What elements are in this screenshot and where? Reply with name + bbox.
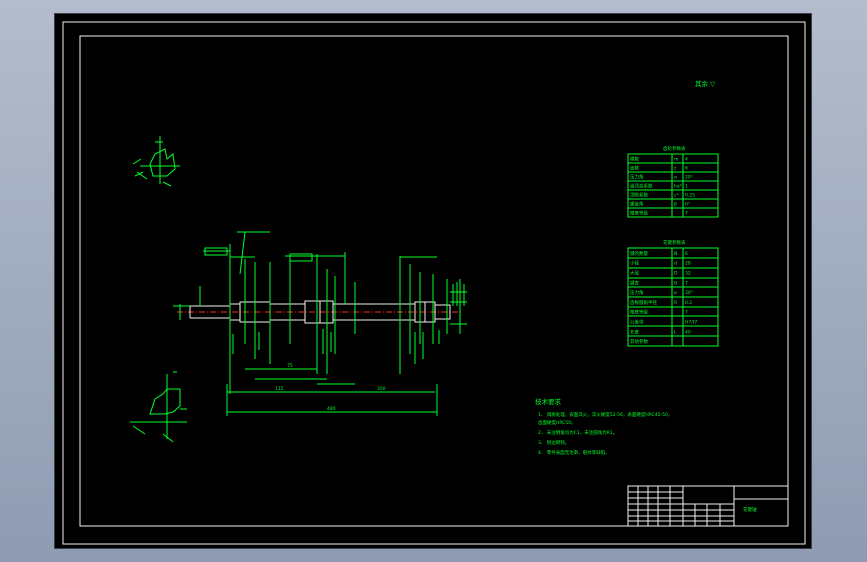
parameter_table_1-cell: 模数 [630,155,639,162]
parameter_table_1-cell: m [674,157,678,162]
outer-border [62,21,806,545]
shaft-main-view: 480 350 115 75 [173,231,467,416]
parameter-table-2: 花键参数表 键的数量 N 6 小径 d 28 大径 D 32 键宽 B 7 压力角 α 30° 齿根圆角半径 R… [627,239,719,347]
dimension-left: 115 [275,386,284,392]
tech-req-item-4: 3、 锐边倒钝。 [538,439,569,446]
inner-border [79,35,789,527]
parameter-table-1: 齿轮参数表 模数 m 4 齿数 z 6 压力角 α 20° 齿顶高系数 ha* 1 顶隙系数 c* 0.25… [627,145,719,218]
parameter_table_2-cell: D [674,270,678,276]
tech-req-title: 技术要求 [535,397,562,406]
parameter_table_1-cell: 螺旋角 [630,200,644,207]
parameter_table_1-cell: ha* [674,183,683,189]
parameter_table_2-cell: 7 [685,280,688,286]
parameter_table_1-cell: 顶隙系数 [630,191,648,198]
parameter_table_2-cell: 40 [685,329,691,335]
cad-drawing: 其余 ▽ 480 350 115 75 齿轮参数表 模数 m 4齿数 z 6压力… [62,21,806,545]
parameter_table_2-cell: 7 [685,310,688,316]
parameter_table_1-cell: 压力角 [630,173,644,180]
parameter_table_2-cell: 28 [685,261,691,267]
parameter_table_2-cell: 0.2 [685,300,692,306]
parameter_table_1-cell: α [674,175,677,180]
parameter_table_1-cell: 1 [685,183,688,189]
parameter_table_2-cell: 压力角 [630,289,644,296]
parameter_table_2-cell: 其他参数 [630,338,648,345]
parameter_table_2-cell: H7/f7 [685,319,697,325]
tech-req-item-5: 4、 零件表面无毛刺、裂纹等缺陷。 [538,449,610,456]
parameter_table_1-cell: 4 [685,156,688,162]
parameter_table_2-cell: 长度 [630,328,639,335]
tech-req-item-1: 1、 调质处理，表面淬火，淬火硬度52-56，表面硬度HRC45-50， [538,411,672,418]
parameter_table_2-cell: 32 [685,270,691,276]
parameter_table_1-cell: 0° [685,201,690,207]
parameter_table_1-cell: z [674,166,677,171]
parameter_table_2-cell: d [674,261,677,267]
title-block-part-name: 花键轴 [743,506,757,513]
tech-req-item-2: 齿面硬度HRC50。 [538,419,576,426]
parameter-table-2-title: 花键参数表 [663,239,686,246]
parameter_table_1-cell: 20° [685,174,693,180]
parameter_table_1-cell: 齿数 [630,164,639,171]
parameter_table_2-cell: 小径 [630,260,639,267]
parameter_table_1-cell: c* [674,192,679,198]
parameter_table_1-cell: 精度等级 [630,209,648,216]
parameter_table_2-cell: 大径 [630,269,639,276]
parameter_table_2-cell: 精度等级 [630,309,648,316]
parameter_table_2-cell: L [674,329,677,335]
parameter_table_2-cell: N [674,251,677,257]
parameter-table-1-title: 齿轮参数表 [663,145,686,152]
detail-view-2 [130,371,187,443]
detail-view-1 [132,136,180,187]
dimension-section: 350 [377,386,386,392]
dimension-overall: 480 [327,406,336,412]
parameter_table_2-cell: R [674,300,677,306]
tech-req-item-3: 2、 未注倒角均为C1，未注圆角为R1。 [538,429,617,436]
parameter_table_1-cell: 0.25 [685,192,695,198]
parameter_table_2-cell: 齿根圆角半径 [630,299,657,306]
parameter_table_2-cell: 30° [685,290,693,296]
parameter_table_1-cell: 7 [685,210,688,216]
parameter_table_2-cell: 键的数量 [630,250,648,257]
parameter_table_2-cell: 公差带 [630,318,644,325]
cad-viewport[interactable]: 其余 ▽ 480 350 115 75 齿轮参数表 模数 m 4 齿数 z 6 … [54,13,812,549]
parameter_table_2-cell: 键宽 [630,279,639,286]
parameter_table_2-cell: B [674,280,677,286]
dimension-middle: 75 [287,363,293,369]
title-block: 花键轴 [627,485,789,527]
parameter_table_1-cell: β [674,201,677,207]
parameter_table_1-cell: 齿顶高系数 [630,182,653,189]
parameter_table_1-cell: 6 [685,165,688,171]
parameter_table_2-cell: α [674,291,677,296]
parameter_table_2-cell: 6 [685,251,688,257]
surface-finish-note: 其余 ▽ [695,79,715,88]
technical-requirements: 技术要求 1、 调质处理，表面淬火，淬火硬度52-56，表面硬度HRC45-50… [535,397,672,456]
